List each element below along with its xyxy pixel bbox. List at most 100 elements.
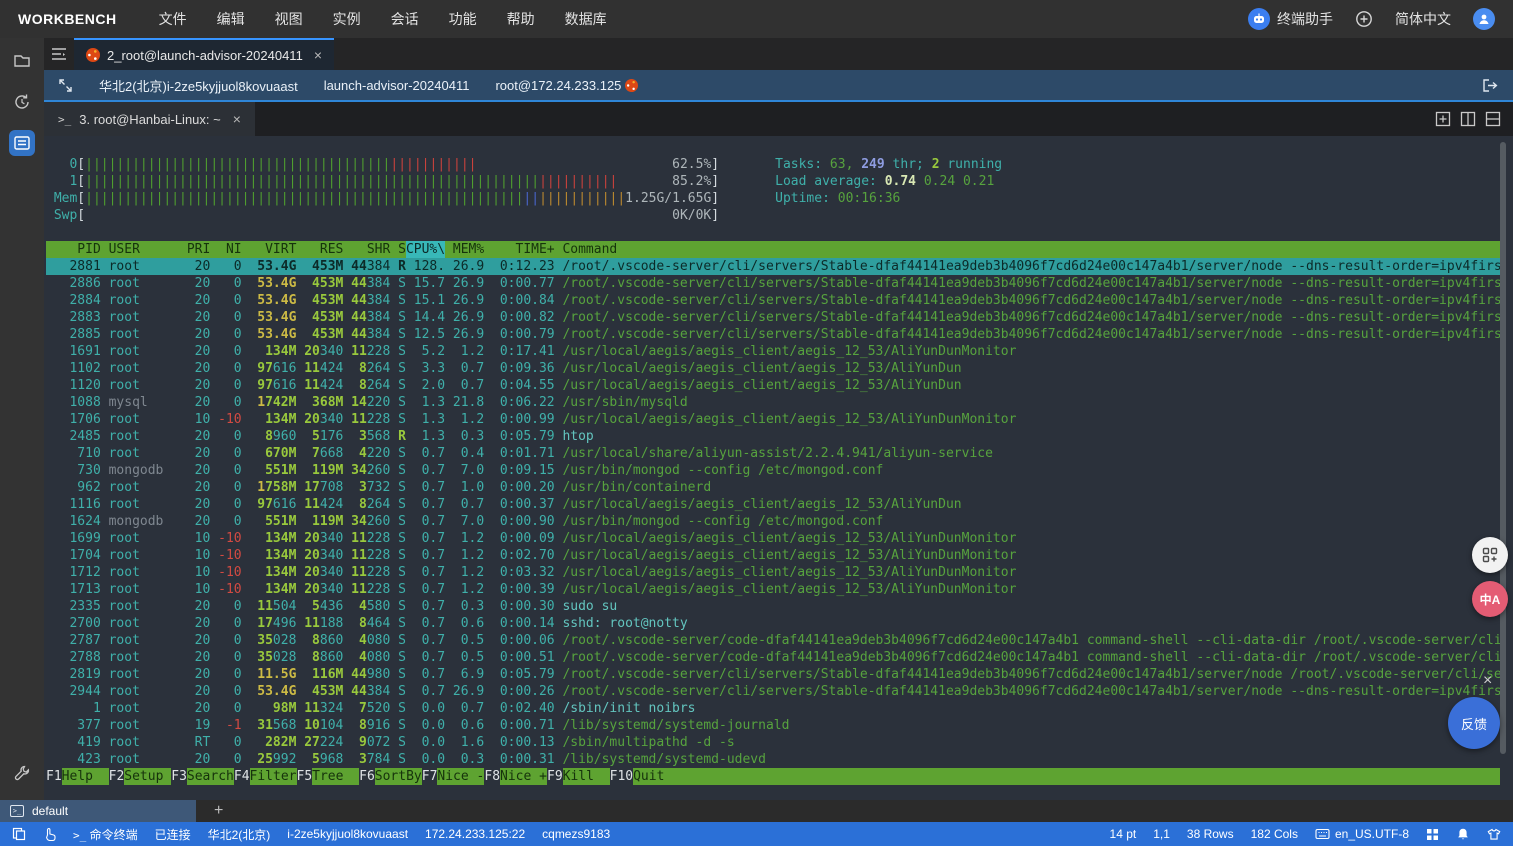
column-header-virt[interactable]: VIRT xyxy=(242,241,297,258)
process-row-2335[interactable]: 2335root2001150454364580S0.70.30:00.30su… xyxy=(46,598,1500,615)
column-header-cmd[interactable]: Command xyxy=(562,241,617,258)
process-row-1706[interactable]: 1706root10-10134M2034011228S1.31.20:00.9… xyxy=(46,411,1500,428)
bell-icon[interactable] xyxy=(1456,827,1470,841)
process-row-2944[interactable]: 2944root20053.4G453M44384S0.726.90:00.26… xyxy=(46,683,1500,700)
fn-label-f5[interactable]: Tree xyxy=(312,768,359,785)
hand-icon[interactable] xyxy=(43,827,56,841)
fn-label-f3[interactable]: Search xyxy=(187,768,234,785)
close-session-tab-icon[interactable]: × xyxy=(314,47,322,63)
column-header-res[interactable]: RES xyxy=(296,241,343,258)
detach-window-icon[interactable] xyxy=(1482,78,1499,93)
process-row-1699[interactable]: 1699root10-10134M2034011228S0.71.20:00.0… xyxy=(46,530,1500,547)
sessions-icon[interactable] xyxy=(9,130,35,156)
feedback-close-icon[interactable]: × xyxy=(1483,672,1492,690)
process-row-419[interactable]: 419rootRT0282M272249072S0.01.60:00.13/sb… xyxy=(46,734,1500,751)
process-row-1102[interactable]: 1102root20097616114248264S3.30.70:09.36/… xyxy=(46,360,1500,377)
column-header-ni[interactable]: NI xyxy=(210,241,241,258)
fn-key-f6[interactable]: F6 xyxy=(359,768,375,785)
column-header-pid[interactable]: PID xyxy=(46,241,101,258)
split-vertical-icon[interactable] xyxy=(1460,111,1476,127)
process-row-962[interactable]: 962root2001758M177083732S0.71.00:00.20/u… xyxy=(46,479,1500,496)
process-row-1624[interactable]: 1624mongodb200551M119M34260S0.77.00:00.9… xyxy=(46,513,1500,530)
menu-item-4[interactable]: 会话 xyxy=(391,9,419,29)
terminal-scrollbar[interactable] xyxy=(1500,142,1506,754)
process-row-1120[interactable]: 1120root20097616114248264S2.00.70:04.55/… xyxy=(46,377,1500,394)
encoding-control[interactable]: en_US.UTF-8 xyxy=(1315,827,1409,841)
process-row-2700[interactable]: 2700root20017496111888464S0.70.60:00.14s… xyxy=(46,615,1500,632)
menu-item-7[interactable]: 数据库 xyxy=(565,9,607,29)
fn-label-f10[interactable]: Quit xyxy=(633,768,1500,785)
assistant-button[interactable]: 终端助手 xyxy=(1248,8,1333,30)
fn-label-f6[interactable]: SortBy xyxy=(375,768,422,785)
process-row-377[interactable]: 377root19-131568101048916S0.00.60:00.71/… xyxy=(46,717,1500,734)
resize-arrows-icon[interactable] xyxy=(58,78,73,93)
fn-key-f10[interactable]: F10 xyxy=(610,768,633,785)
add-session-button[interactable]: + xyxy=(214,802,223,820)
process-row-2881[interactable]: 2881root20053.4G453M44384R128.26.90:12.2… xyxy=(46,258,1500,275)
close-terminal-tab-icon[interactable]: × xyxy=(233,111,241,127)
terminal-output[interactable]: 0[||||||||||||||||||||||||||||||||||||||… xyxy=(44,136,1513,800)
process-row-1691[interactable]: 1691root200134M2034011228S5.21.20:17.41/… xyxy=(46,343,1500,360)
feedback-button[interactable]: 反馈 xyxy=(1448,697,1500,749)
fn-key-f5[interactable]: F5 xyxy=(297,768,313,785)
menu-item-2[interactable]: 视图 xyxy=(275,9,303,29)
column-header-pri[interactable]: PRI xyxy=(179,241,210,258)
process-row-2788[interactable]: 2788root2003502888604080S0.70.50:00.51/r… xyxy=(46,649,1500,666)
font-size-indicator[interactable]: 14 pt xyxy=(1110,827,1137,841)
session-tab[interactable]: 2_root@launch-advisor-20240411 × xyxy=(74,38,334,70)
fn-label-f9[interactable]: Kill xyxy=(563,768,610,785)
process-table-header[interactable]: PID USERPRINIVIRTRESSHRSCPU%\MEM%TIME+ Com… xyxy=(46,241,1500,258)
copy-icon[interactable] xyxy=(12,827,26,841)
menu-item-0[interactable]: 文件 xyxy=(159,9,187,29)
fn-key-f3[interactable]: F3 xyxy=(171,768,187,785)
fn-label-f1[interactable]: Help xyxy=(62,768,109,785)
process-row-2886[interactable]: 2886root20053.4G453M44384S15.726.90:00.7… xyxy=(46,275,1500,292)
menu-item-5[interactable]: 功能 xyxy=(449,9,477,29)
fn-key-f1[interactable]: F1 xyxy=(46,768,62,785)
grid-icon[interactable] xyxy=(1426,828,1439,841)
column-header-shr[interactable]: SHR xyxy=(343,241,390,258)
process-row-1116[interactable]: 1116root20097616114248264S0.70.70:00.37/… xyxy=(46,496,1500,513)
session-default-tab[interactable]: >_ default xyxy=(0,800,196,822)
menu-item-1[interactable]: 编辑 xyxy=(217,9,245,29)
translate-button[interactable]: 中A xyxy=(1472,581,1508,617)
add-pane-icon[interactable] xyxy=(1435,111,1451,127)
process-row-2884[interactable]: 2884root20053.4G453M44384S15.126.90:00.8… xyxy=(46,292,1500,309)
tab-list-button[interactable] xyxy=(44,38,74,70)
process-row-730[interactable]: 730mongodb200551M119M34260S0.77.00:09.15… xyxy=(46,462,1500,479)
split-horizontal-icon[interactable] xyxy=(1485,111,1501,127)
column-header-cpu[interactable]: CPU%\ xyxy=(406,241,445,258)
menu-item-3[interactable]: 实例 xyxy=(333,9,361,29)
tools-icon[interactable] xyxy=(9,760,35,786)
menu-item-6[interactable]: 帮助 xyxy=(507,9,535,29)
theme-shirt-icon[interactable] xyxy=(1487,828,1501,841)
process-row-2883[interactable]: 2883root20053.4G453M44384S14.426.90:00.8… xyxy=(46,309,1500,326)
process-row-2485[interactable]: 2485root200896051763568R1.30.30:05.79hto… xyxy=(46,428,1500,445)
process-row-1[interactable]: 1root20098M113247520S0.00.70:02.40/sbin/… xyxy=(46,700,1500,717)
language-switcher[interactable]: 简体中文 xyxy=(1395,9,1451,29)
process-row-2787[interactable]: 2787root2003502888604080S0.70.50:00.06/r… xyxy=(46,632,1500,649)
process-row-1704[interactable]: 1704root10-10134M2034011228S0.71.20:02.7… xyxy=(46,547,1500,564)
column-header-mem[interactable]: MEM% xyxy=(445,241,484,258)
fn-label-f4[interactable]: Filter xyxy=(250,768,297,785)
process-row-710[interactable]: 710root200670M76684220S0.70.40:01.71/usr… xyxy=(46,445,1500,462)
quick-apps-button[interactable] xyxy=(1472,537,1508,573)
fn-key-f2[interactable]: F2 xyxy=(109,768,125,785)
process-row-423[interactable]: 423root2002599259683784S0.00.30:00.31/li… xyxy=(46,751,1500,768)
history-icon[interactable] xyxy=(9,89,35,115)
column-header-user[interactable]: USER xyxy=(109,241,179,258)
process-row-1088[interactable]: 1088mysql2001742M368M14220S1.321.80:06.2… xyxy=(46,394,1500,411)
fn-label-f8[interactable]: Nice + xyxy=(500,768,547,785)
column-header-st[interactable]: S xyxy=(390,241,406,258)
process-row-1712[interactable]: 1712root10-10134M2034011228S0.71.20:03.3… xyxy=(46,564,1500,581)
terminal-tab[interactable]: >_ 3. root@Hanbai-Linux: ~ × xyxy=(44,102,255,136)
fn-key-f8[interactable]: F8 xyxy=(484,768,500,785)
fn-key-f4[interactable]: F4 xyxy=(234,768,250,785)
plus-circle-icon[interactable] xyxy=(1355,10,1373,28)
column-header-time[interactable]: TIME+ xyxy=(484,241,554,258)
fn-label-f2[interactable]: Setup xyxy=(124,768,171,785)
fn-key-f7[interactable]: F7 xyxy=(422,768,438,785)
process-row-2885[interactable]: 2885root20053.4G453M44384S12.526.90:00.7… xyxy=(46,326,1500,343)
file-manager-icon[interactable] xyxy=(9,48,35,74)
fn-label-f7[interactable]: Nice - xyxy=(437,768,484,785)
